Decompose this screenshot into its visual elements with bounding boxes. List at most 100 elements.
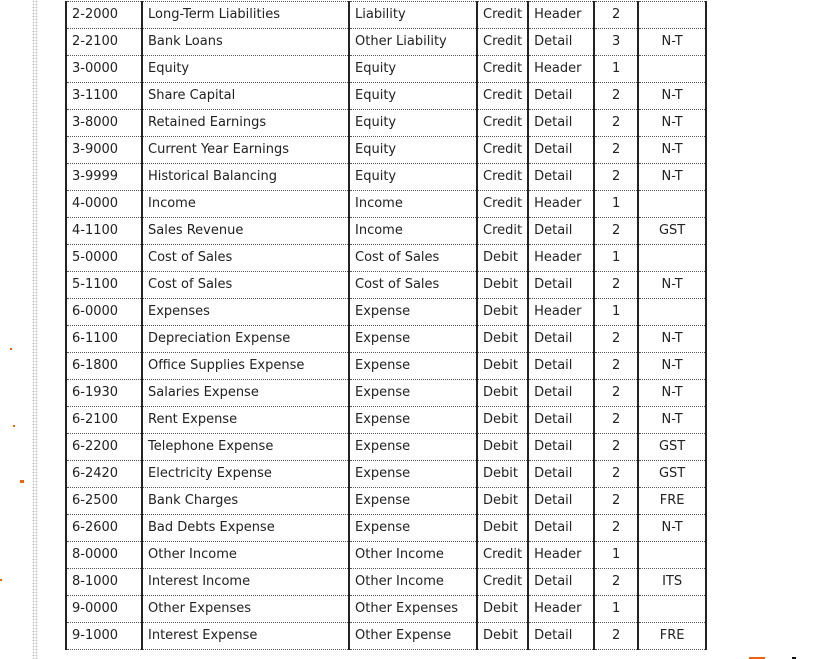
account-type-cell: Income: [348, 217, 478, 245]
account-type-cell: Expense: [348, 460, 478, 488]
account-type-cell: Expense: [348, 325, 478, 353]
account-name-cell: Share Capital: [141, 82, 350, 110]
table-row: 6-2200 Telephone Expense Expense Debit Detai…: [65, 433, 708, 461]
header-detail-cell: Detail: [527, 433, 596, 461]
account-number-cell: 6-2200: [65, 433, 143, 461]
level-cell: 1: [593, 55, 640, 83]
account-number-cell: 4-1100: [65, 217, 143, 245]
header-detail-cell: Header: [527, 1, 596, 29]
level-cell: 2: [593, 163, 640, 191]
balance-type-cell: Credit: [475, 109, 530, 137]
level-cell: 2: [593, 568, 640, 596]
table-row: 6-1800 Office Supplies Expense Expense Debi…: [65, 352, 708, 380]
header-detail-cell: Header: [527, 244, 596, 272]
header-detail-cell: Detail: [527, 271, 596, 299]
account-type-cell: Other Income: [348, 568, 478, 596]
account-name-cell: Telephone Expense: [141, 433, 350, 461]
header-detail-cell: Detail: [527, 622, 596, 650]
balance-type-cell: Credit: [475, 1, 530, 29]
account-name-cell: Bad Debts Expense: [141, 514, 350, 542]
account-name-cell: Long-Term Liabilities: [141, 1, 350, 29]
header-detail-cell: Detail: [527, 379, 596, 407]
account-name-cell: Interest Expense: [141, 622, 350, 650]
table-row: 2-2100 Bank Loans Other Liability Credit Det…: [65, 28, 708, 56]
balance-type-cell: Debit: [475, 271, 530, 299]
account-number-cell: 9-0000: [65, 595, 143, 623]
balance-type-cell: Debit: [475, 325, 530, 353]
table-row: 4-0000 Income Income Credit Header 1: [65, 190, 708, 218]
account-number-cell: 6-0000: [65, 298, 143, 326]
tax-code-cell: N-T: [637, 163, 708, 191]
account-number-cell: 6-2100: [65, 406, 143, 434]
account-name-cell: Current Year Earnings: [141, 136, 350, 164]
table-row: 3-9999 Historical Balancing Equity Credit De…: [65, 163, 708, 191]
account-number-cell: 2-2100: [65, 28, 143, 56]
balance-type-cell: Credit: [475, 28, 530, 56]
table-row: 5-1100 Cost of Sales Cost of Sales Debit Det…: [65, 271, 708, 299]
account-type-cell: Expense: [348, 298, 478, 326]
account-name-cell: Bank Loans: [141, 28, 350, 56]
account-number-cell: 2-2000: [65, 1, 143, 29]
account-type-cell: Expense: [348, 352, 478, 380]
level-cell: 2: [593, 217, 640, 245]
account-number-cell: 5-0000: [65, 244, 143, 272]
balance-type-cell: Credit: [475, 217, 530, 245]
level-cell: 2: [593, 352, 640, 380]
account-type-cell: Expense: [348, 514, 478, 542]
orange-marker: [13, 425, 15, 427]
table-row: 5-0000 Cost of Sales Cost of Sales Debit Hea…: [65, 244, 708, 272]
balance-type-cell: Debit: [475, 595, 530, 623]
header-detail-cell: Detail: [527, 460, 596, 488]
table-row: 9-1000 Interest Expense Other Expense Debit…: [65, 622, 708, 650]
tax-code-cell: [637, 244, 708, 272]
account-name-cell: Office Supplies Expense: [141, 352, 350, 380]
balance-type-cell: Credit: [475, 541, 530, 569]
header-detail-cell: Header: [527, 55, 596, 83]
header-detail-cell: Detail: [527, 325, 596, 353]
account-type-cell: Liability: [348, 1, 478, 29]
balance-type-cell: Debit: [475, 298, 530, 326]
account-name-cell: Bank Charges: [141, 487, 350, 515]
balance-type-cell: Debit: [475, 514, 530, 542]
header-detail-cell: Header: [527, 298, 596, 326]
page-margin-guide: [32, 0, 38, 659]
header-detail-cell: Detail: [527, 568, 596, 596]
level-cell: 2: [593, 136, 640, 164]
tax-code-cell: N-T: [637, 325, 708, 353]
account-type-cell: Equity: [348, 55, 478, 83]
account-number-cell: 3-9999: [65, 163, 143, 191]
level-cell: 2: [593, 325, 640, 353]
level-cell: 2: [593, 82, 640, 110]
header-detail-cell: Detail: [527, 514, 596, 542]
level-cell: 1: [593, 541, 640, 569]
account-name-cell: Other Expenses: [141, 595, 350, 623]
level-cell: 2: [593, 406, 640, 434]
level-cell: 1: [593, 244, 640, 272]
account-name-cell: Income: [141, 190, 350, 218]
table-row: 2-2000 Long-Term Liabilities Liability Cred…: [65, 1, 708, 29]
account-type-cell: Equity: [348, 163, 478, 191]
level-cell: 2: [593, 433, 640, 461]
tax-code-cell: N-T: [637, 406, 708, 434]
account-name-cell: Expenses: [141, 298, 350, 326]
account-type-cell: Other Liability: [348, 28, 478, 56]
account-type-cell: Cost of Sales: [348, 271, 478, 299]
level-cell: 1: [593, 190, 640, 218]
account-type-cell: Other Expenses: [348, 595, 478, 623]
header-detail-cell: Detail: [527, 28, 596, 56]
tax-code-cell: [637, 541, 708, 569]
account-type-cell: Expense: [348, 406, 478, 434]
tax-code-cell: GST: [637, 217, 708, 245]
header-detail-cell: Detail: [527, 217, 596, 245]
account-number-cell: 8-0000: [65, 541, 143, 569]
account-number-cell: 6-2600: [65, 514, 143, 542]
account-name-cell: Other Income: [141, 541, 350, 569]
balance-type-cell: Credit: [475, 55, 530, 83]
account-number-cell: 6-1800: [65, 352, 143, 380]
table-row: 6-2500 Bank Charges Expense Debit Detail 2 FRE: [65, 487, 708, 515]
account-name-cell: Sales Revenue: [141, 217, 350, 245]
tax-code-cell: [637, 55, 708, 83]
table-row: 3-0000 Equity Equity Credit Header 1: [65, 55, 708, 83]
header-detail-cell: Header: [527, 190, 596, 218]
table-row: 3-9000 Current Year Earnings Equity Credit D…: [65, 136, 708, 164]
